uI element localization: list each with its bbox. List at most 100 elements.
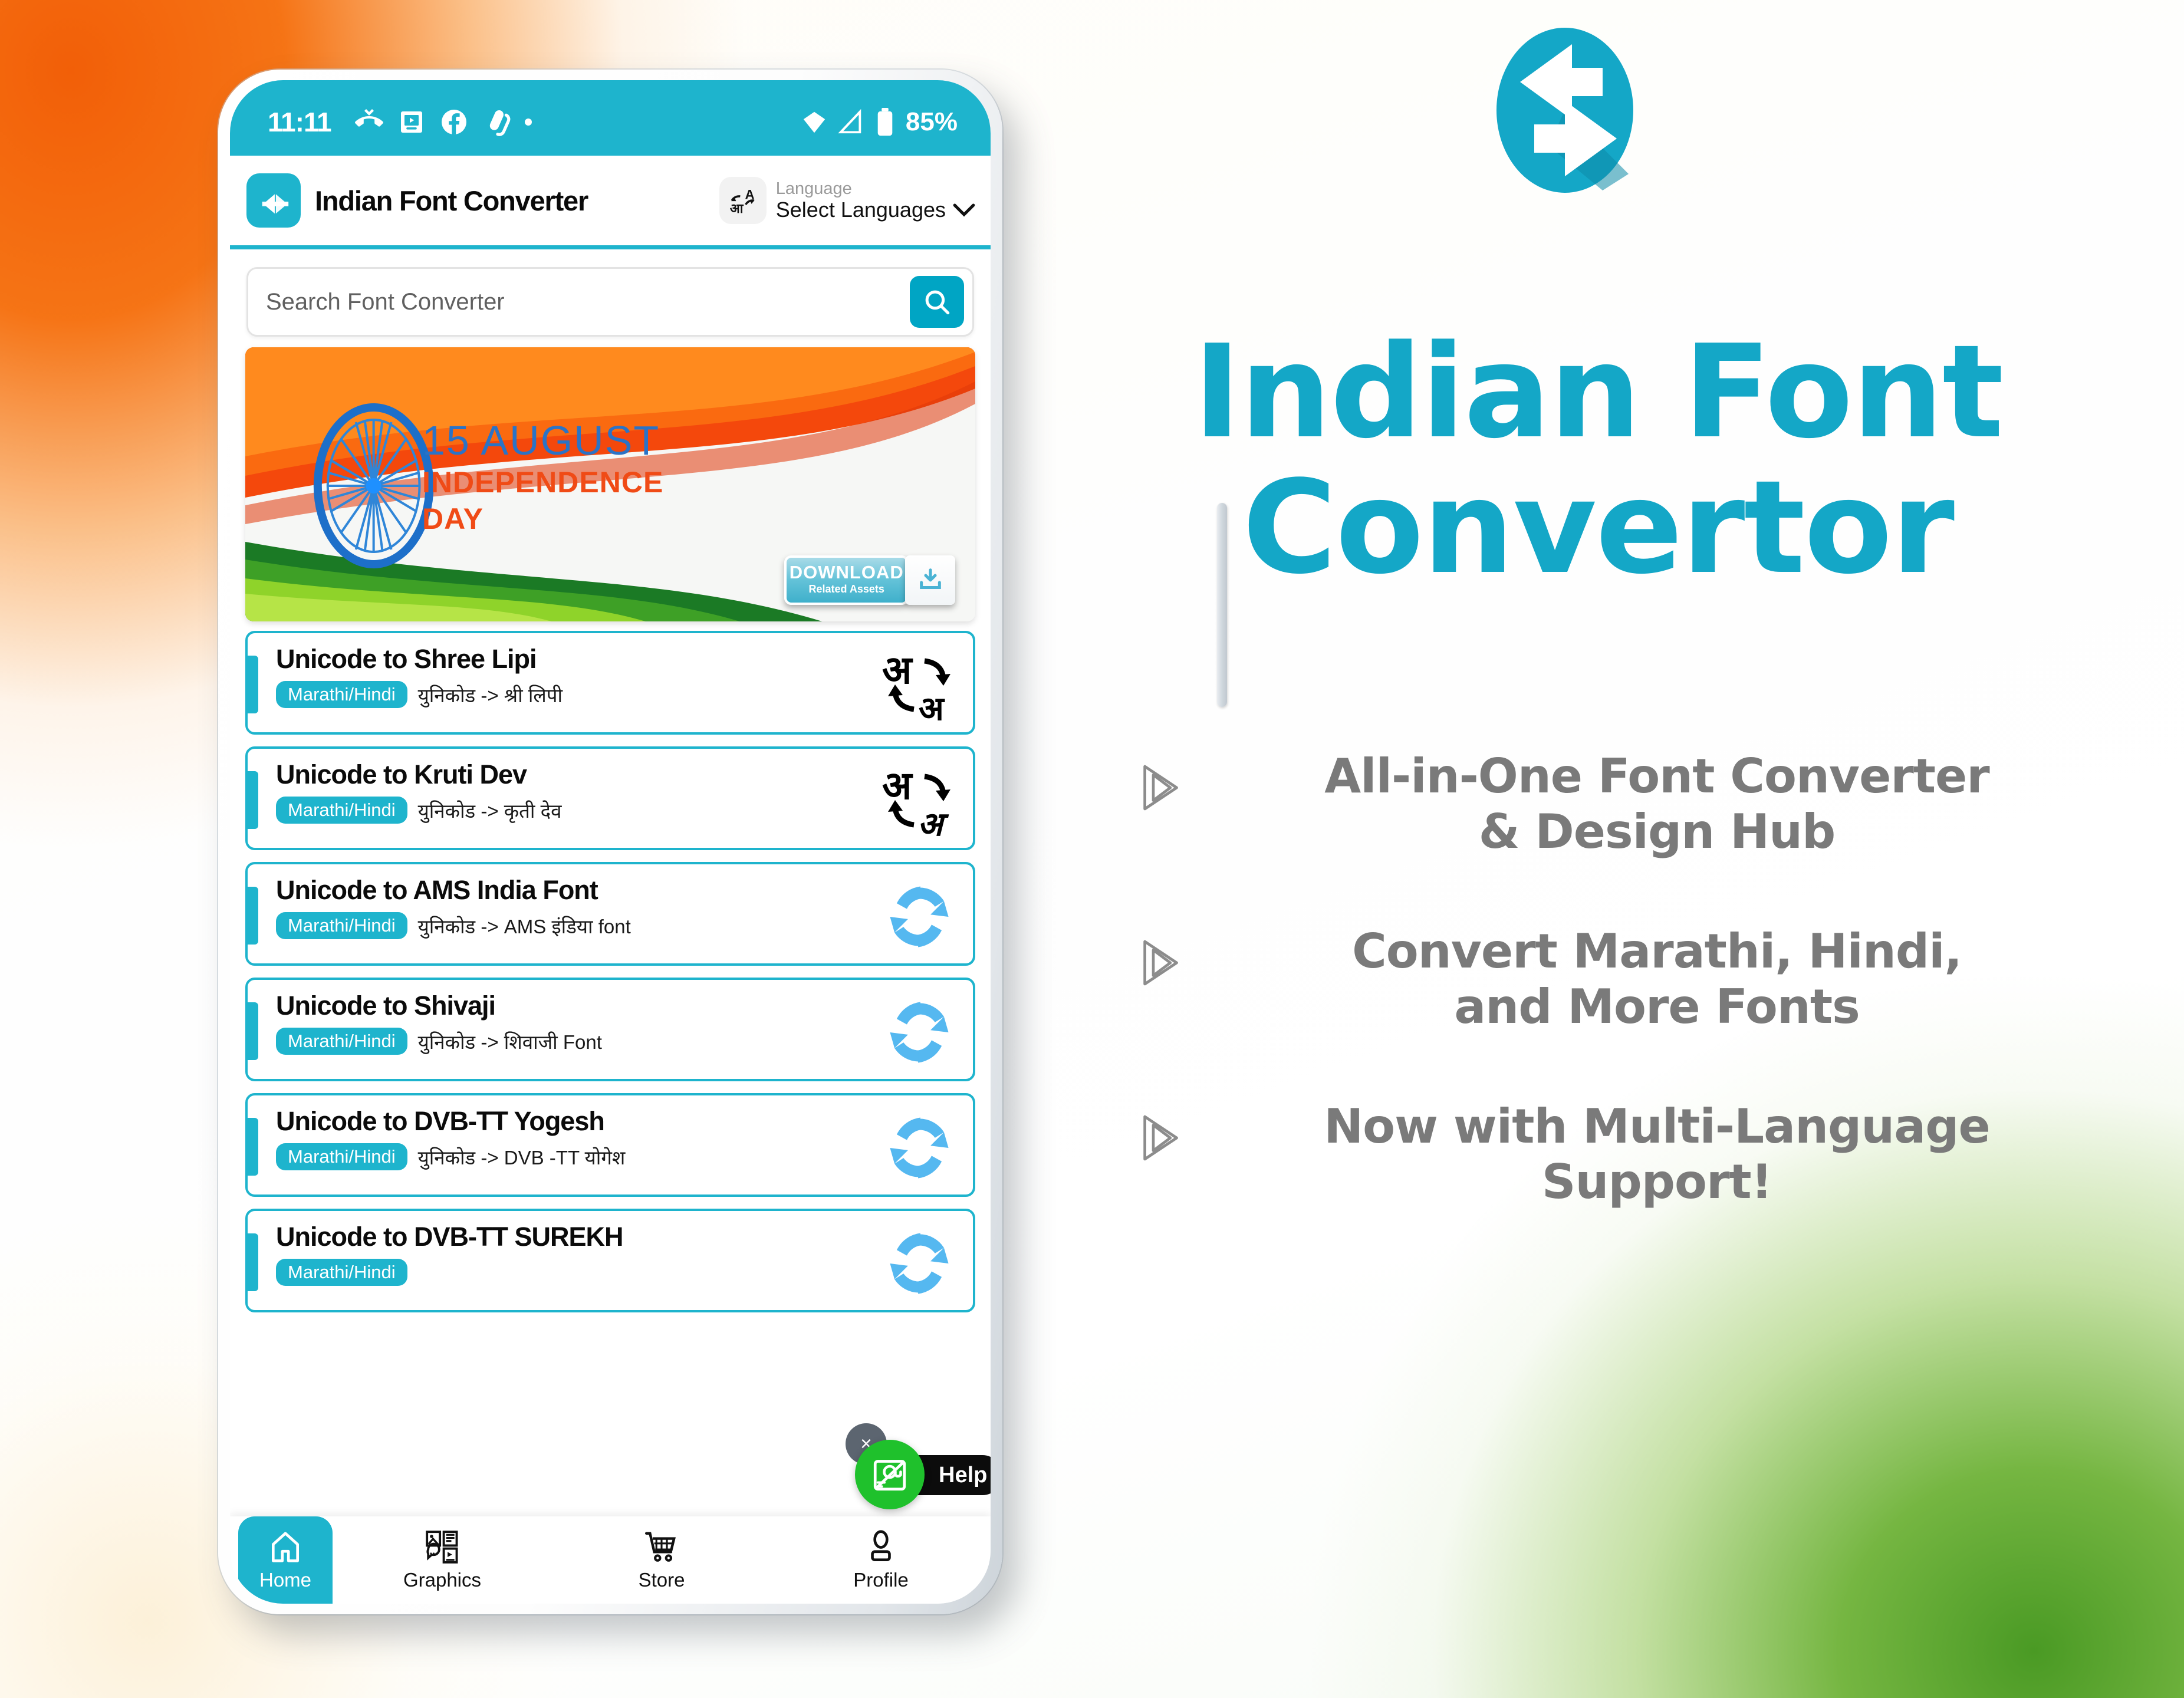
list-item[interactable]: Unicode to Shivaji Marathi/Hindi युनिकोड… xyxy=(245,978,975,1081)
search-button[interactable] xyxy=(910,276,964,328)
feature-text: Now with Multi-Language Support! xyxy=(1324,1098,1991,1209)
banner-line3: DAY xyxy=(422,502,483,535)
app-bar-divider xyxy=(230,245,991,249)
list-item-desc: युनिकोड -> DVB -TT योगेश xyxy=(417,1146,626,1169)
language-chip: Marathi/Hindi xyxy=(276,681,407,709)
promo-title-line2: Convertor xyxy=(1242,453,1955,603)
help-fab[interactable]: Help × xyxy=(846,1423,991,1509)
profile-person-icon xyxy=(871,1530,891,1562)
download-sublabel: Related Assets xyxy=(808,583,884,595)
download-icon xyxy=(919,568,941,589)
list-item-desc: युनिकोड -> श्री लिपी xyxy=(417,684,563,706)
search-bar[interactable] xyxy=(246,267,974,337)
translate-icon: A आ xyxy=(719,177,767,224)
nav-item-graphics[interactable]: Graphics xyxy=(333,1516,552,1604)
dot-icon xyxy=(524,119,532,126)
font-converter-logo-icon[interactable] xyxy=(246,173,301,228)
list-item[interactable]: Unicode to DVB-TT SUREKH Marathi/Hindi xyxy=(245,1209,975,1312)
language-chip: Marathi/Hindi xyxy=(276,1143,407,1171)
download-button-face: DOWNLOAD Related Assets xyxy=(784,555,909,605)
refresh-cycle-icon xyxy=(881,1225,958,1302)
list-item-title: Unicode to Kruti Dev xyxy=(276,759,527,789)
banner-line1: 15 AUGUST xyxy=(422,417,660,463)
svg-text:अ: अ xyxy=(882,648,913,693)
language-value-row[interactable]: Select Languages xyxy=(776,198,975,222)
feature-item: Now with Multi-Language Support! xyxy=(1132,1099,2170,1210)
language-selector[interactable]: A आ Language Select Languages xyxy=(719,177,975,224)
language-label: Language xyxy=(775,179,852,198)
app-notification-icon xyxy=(489,110,510,136)
graphics-icon xyxy=(426,1531,458,1564)
refresh-cycle-icon xyxy=(881,994,958,1071)
nav-label-profile: Profile xyxy=(853,1569,909,1591)
battery-icon xyxy=(877,107,893,136)
download-icon-tab xyxy=(905,555,955,605)
search-section xyxy=(230,249,991,347)
independence-day-banner[interactable]: 15 AUGUST INDEPENDENCE DAY DOWNLOAD Rela… xyxy=(245,347,975,621)
chevron-bullet-icon xyxy=(1132,756,1197,822)
list-item[interactable]: Unicode to AMS India Font Marathi/Hindi … xyxy=(245,862,975,966)
nav-label-store: Store xyxy=(638,1569,685,1591)
refresh-cycle-icon xyxy=(881,1110,958,1186)
chevron-down-icon xyxy=(953,203,975,217)
list-item[interactable]: Unicode to DVB-TT Yogesh Marathi/Hindi य… xyxy=(245,1093,975,1197)
home-icon xyxy=(272,1532,299,1562)
phone-screen: 11:11 85% Indian Font Converter A आ Lang… xyxy=(230,80,991,1604)
language-chip: Marathi/Hindi xyxy=(276,912,407,940)
battery-percent: 85% xyxy=(905,107,958,136)
list-item-title: Unicode to DVB-TT Yogesh xyxy=(276,1106,605,1136)
status-notification-icons xyxy=(354,108,532,136)
promo-title-line1: Indian Font xyxy=(1193,318,2004,467)
status-bar: 11:11 85% xyxy=(230,80,991,156)
svg-text:अ: अ xyxy=(882,764,913,808)
download-button[interactable]: DOWNLOAD Related Assets xyxy=(784,553,955,607)
nav-item-profile[interactable]: Profile xyxy=(771,1516,991,1604)
search-icon xyxy=(925,290,950,315)
svg-text:अ: अ xyxy=(919,690,945,723)
search-input[interactable] xyxy=(266,288,910,315)
list-item[interactable]: Unicode to Shree Lipi Marathi/Hindi युनि… xyxy=(245,631,975,735)
language-value: Select Languages xyxy=(775,198,946,222)
list-item-desc: युनिकोड -> शिवाजी Font xyxy=(417,1031,602,1053)
banner-line2: INDEPENDENCE xyxy=(422,466,664,499)
download-label: DOWNLOAD xyxy=(789,562,904,583)
devanagari-convert-icon: अ अ xyxy=(881,763,958,840)
svg-text:आ: आ xyxy=(730,201,744,216)
promo-banner-section: 15 AUGUST INDEPENDENCE DAY DOWNLOAD Rela… xyxy=(230,347,991,621)
feature-text: All-in-One Font Converter & Design Hub xyxy=(1324,749,1989,860)
language-chip: Marathi/Hindi xyxy=(276,1028,407,1055)
feature-item: Convert Marathi, Hindi, and More Fonts xyxy=(1132,924,2170,1035)
nav-item-store[interactable]: Store xyxy=(552,1516,771,1604)
bottom-navigation: Home Graphics Store Profile xyxy=(230,1516,991,1604)
missed-call-icon xyxy=(354,109,383,127)
wifi-icon xyxy=(803,111,825,133)
app-bar: Indian Font Converter A आ Language Selec… xyxy=(230,156,991,245)
svg-text:अ: अ xyxy=(917,805,949,839)
feature-text: Convert Marathi, Hindi, and More Fonts xyxy=(1352,923,1962,1035)
nav-label-graphics: Graphics xyxy=(403,1569,482,1591)
feature-list: All-in-One Font Converter & Design Hub C… xyxy=(1132,749,2170,1274)
email-envelope-icon[interactable] xyxy=(855,1440,925,1509)
list-item-desc: युनिकोड -> AMS इंडिया font xyxy=(417,915,631,937)
status-time: 11:11 xyxy=(268,107,332,137)
cast-media-icon xyxy=(400,111,422,133)
status-system-icons: 85% xyxy=(801,107,958,137)
language-chip: Marathi/Hindi xyxy=(276,797,407,824)
devanagari-convert-icon: अ अ xyxy=(881,647,958,724)
phone-mockup: 11:11 85% Indian Font Converter A आ Lang… xyxy=(218,70,1227,1614)
language-chip: Marathi/Hindi xyxy=(276,1259,407,1286)
list-item-title: Unicode to AMS India Font xyxy=(276,875,598,905)
promo-panel: Indian Font Convertor All-in-One Font Co… xyxy=(1097,0,2184,1698)
nav-label-home: Home xyxy=(259,1569,312,1591)
refresh-cycle-icon xyxy=(881,878,958,955)
chevron-bullet-icon xyxy=(1132,931,1197,998)
nav-item-home[interactable]: Home xyxy=(238,1516,333,1604)
list-item[interactable]: Unicode to Kruti Dev Marathi/Hindi युनिक… xyxy=(245,746,975,850)
font-converter-logo-icon xyxy=(1463,28,1699,193)
chevron-bullet-icon xyxy=(1132,1106,1197,1173)
list-item-title: Unicode to Shree Lipi xyxy=(276,644,537,674)
list-item-title: Unicode to Shivaji xyxy=(276,990,496,1021)
converter-list: Unicode to Shree Lipi Marathi/Hindi युनि… xyxy=(230,621,991,1312)
facebook-icon xyxy=(441,110,466,135)
list-item-title: Unicode to DVB-TT SUREKH xyxy=(276,1222,624,1252)
